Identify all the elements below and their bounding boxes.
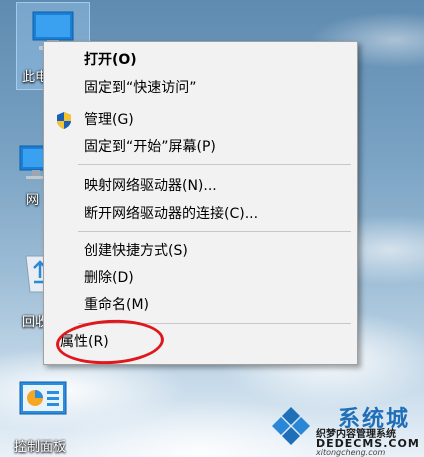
site-watermark: 系统城 织梦内容管理系统 DEDECMS.COM xitongcheng.com <box>268 395 424 457</box>
menu-item-disconnect-network-drive[interactable]: 断开网络驱动器的连接(C)... <box>44 201 357 227</box>
menu-item-label: 固定到“开始”屏幕(P) <box>84 139 216 155</box>
menu-item-label: 固定到“快速访问” <box>84 80 197 96</box>
menu-item-rename[interactable]: 重命名(M) <box>44 292 357 318</box>
uac-shield-icon <box>57 112 71 129</box>
menu-item-map-network-drive[interactable]: 映射网络驱动器(N)... <box>44 173 357 199</box>
menu-item-create-shortcut[interactable]: 创建快捷方式(S) <box>44 238 357 264</box>
menu-item-label: 删除(D) <box>84 270 134 286</box>
windows-logo-icon <box>272 407 310 445</box>
menu-item-label: 创建快捷方式(S) <box>84 243 188 259</box>
menu-item-label: 重命名(M) <box>84 297 150 313</box>
menu-item-pin-quick-access[interactable]: 固定到“快速访问” <box>44 75 357 101</box>
menu-item-label: 映射网络驱动器(N)... <box>84 178 217 194</box>
context-menu: 打开(O) 固定到“快速访问” 管理(G) 固定到“开始”屏幕(P) 映射网络驱… <box>43 41 358 365</box>
menu-separator <box>78 164 351 165</box>
menu-item-label: 打开(O) <box>84 52 137 68</box>
control-panel-desktop-icon[interactable]: 控制面板 <box>8 378 88 455</box>
menu-item-label: 断开网络驱动器的连接(C)... <box>84 206 259 222</box>
menu-item-pin-start[interactable]: 固定到“开始”屏幕(P) <box>44 134 357 160</box>
menu-item-open[interactable]: 打开(O) <box>44 47 357 73</box>
control-panel-icon <box>19 381 67 415</box>
menu-item-manage[interactable]: 管理(G) <box>44 107 357 133</box>
menu-separator <box>78 231 351 232</box>
menu-item-delete[interactable]: 删除(D) <box>44 265 357 291</box>
control-panel-label: 控制面板 <box>14 440 67 455</box>
menu-item-label: 管理(G) <box>84 112 134 128</box>
watermark-line3: xitongcheng.com <box>316 448 386 457</box>
